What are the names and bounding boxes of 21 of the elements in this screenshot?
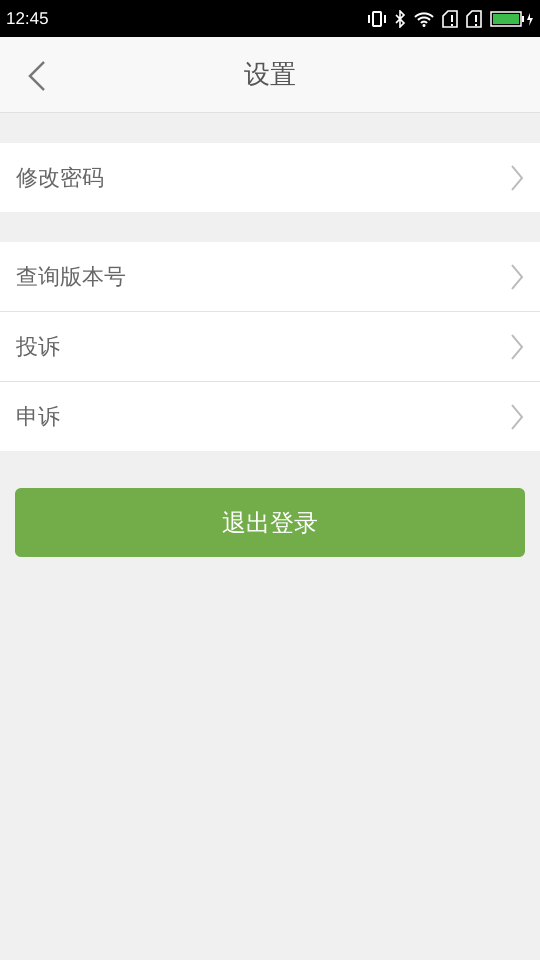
signal-icon (466, 10, 482, 28)
chevron-icon (510, 262, 524, 290)
battery-icon (490, 10, 534, 26)
row-label: 申诉 (16, 404, 60, 432)
row-label: 修改密码 (16, 164, 104, 192)
settings-row[interactable]: 修改密码 (0, 143, 540, 212)
chevron-icon (510, 164, 524, 192)
chevron-icon (510, 402, 524, 430)
vibrate-icon (368, 10, 386, 26)
settings-row[interactable]: 查询版本号 (0, 242, 540, 312)
wifi-icon (414, 10, 434, 26)
settings-row[interactable]: 申诉 (0, 382, 540, 451)
status-time: 12:45 (6, 8, 49, 28)
row-label: 查询版本号 (16, 264, 126, 292)
row-label: 投诉 (16, 334, 60, 362)
page-title: 设置 (244, 59, 296, 92)
bluetooth-icon (394, 10, 406, 28)
chevron-icon (510, 332, 524, 360)
signal-icon (442, 10, 458, 28)
settings-row[interactable]: 投诉 (0, 312, 540, 382)
back-icon (28, 60, 46, 92)
